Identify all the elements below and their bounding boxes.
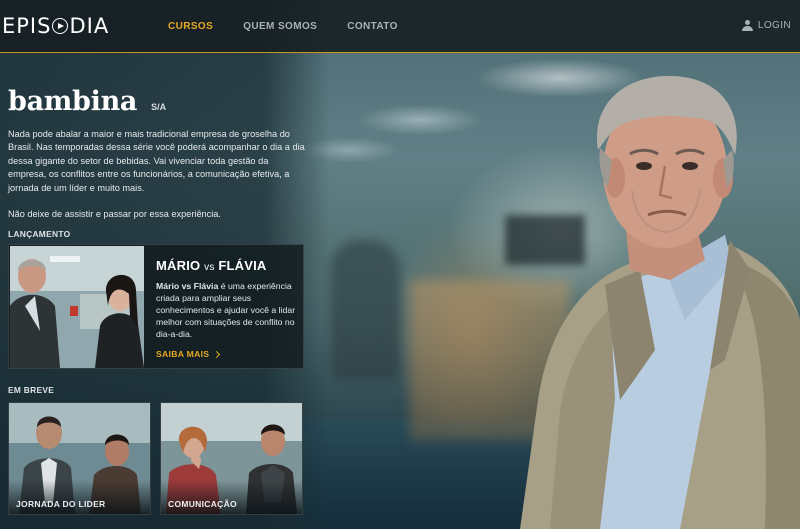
nav-item-contato[interactable]: CONTATO	[347, 21, 398, 32]
description-paragraph: Não deixe de assistir e passar por essa …	[8, 209, 221, 220]
saiba-mais-label: SAIBA MAIS	[156, 349, 210, 359]
logo-text-left: EPIS	[2, 14, 52, 38]
featured-course-description: Mário vs Flávia é uma experiência criada…	[156, 280, 298, 340]
saiba-mais-link[interactable]: SAIBA MAIS	[156, 349, 298, 359]
nav-item-quem-somos[interactable]: QUEM SOMOS	[243, 21, 317, 32]
upcoming-card-jornada-do-lider[interactable]: JORNADA DO LIDER	[8, 402, 151, 515]
upcoming-card-label: JORNADA DO LIDER	[16, 499, 106, 509]
title-vs: vs	[204, 262, 215, 273]
login-button[interactable]: LOGIN	[741, 20, 791, 31]
upcoming-card-comunicacao[interactable]: COMUNICAÇÃO	[160, 402, 303, 515]
show-title: bambina	[8, 86, 138, 117]
user-icon	[741, 20, 753, 31]
featured-course-card[interactable]: MÁRIO vs FLÁVIA Mário vs Flávia é uma ex…	[8, 244, 304, 369]
main-nav: CURSOS QUEM SOMOS CONTATO	[168, 21, 398, 32]
show-heading: bambina S/A	[8, 86, 166, 117]
title-name-b: FLÁVIA	[218, 258, 267, 273]
title-name-a: MÁRIO	[156, 258, 201, 273]
featured-course-title: MÁRIO vs FLÁVIA	[156, 258, 298, 273]
logo-text-right: DIA	[69, 14, 110, 38]
background-person	[330, 240, 400, 380]
section-label-lancamento: LANÇAMENTO	[8, 229, 71, 239]
featured-course-thumbnail	[10, 246, 144, 368]
show-description: Nada pode abalar a maior e mais tradicio…	[8, 128, 308, 221]
featured-course-info: MÁRIO vs FLÁVIA Mário vs Flávia é uma ex…	[156, 258, 298, 359]
section-label-em-breve: EM BREVE	[8, 385, 55, 395]
show-subtitle: S/A	[151, 102, 167, 112]
brand-logo[interactable]: EPIS DIA	[2, 14, 109, 38]
upcoming-card-label: COMUNICAÇÃO	[168, 499, 237, 509]
chevron-right-icon	[213, 350, 221, 358]
login-label: LOGIN	[757, 20, 791, 31]
description-bold: Mário vs Flávia	[156, 281, 219, 291]
nav-item-cursos[interactable]: CURSOS	[168, 21, 213, 32]
hero-character-image	[520, 75, 800, 529]
top-navbar: EPIS DIA CURSOS QUEM SOMOS CONTATO LOGIN	[0, 0, 800, 53]
description-paragraph: Nada pode abalar a maior e mais tradicio…	[8, 129, 305, 193]
play-icon	[52, 18, 69, 34]
